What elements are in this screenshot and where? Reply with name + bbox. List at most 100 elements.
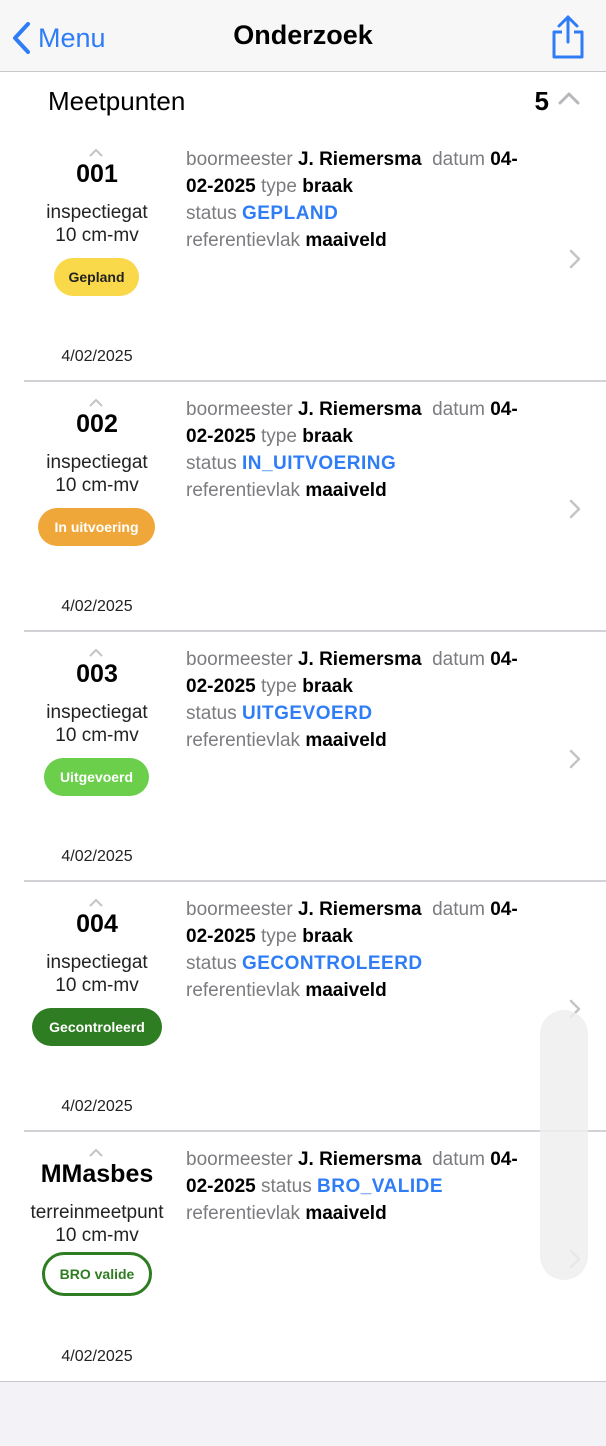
meetpunt-depth: 10 cm-mv xyxy=(55,1225,139,1246)
datum-value-part1: 04- xyxy=(490,649,518,670)
meetpunt-depth: 10 cm-mv xyxy=(55,725,139,746)
referentievlak-label: referentievlak xyxy=(186,230,301,251)
list-item[interactable]: 002 inspectiegat 10 cm-mv In uitvoering … xyxy=(24,382,606,632)
boormeester-label: boormeester xyxy=(186,1149,293,1170)
meetpunt-depth: 10 cm-mv xyxy=(55,975,139,996)
meetpunt-summary: 004 inspectiegat 10 cm-mv Gecontroleerd … xyxy=(24,882,170,1132)
caret-up-icon xyxy=(89,398,103,407)
referentievlak-value: maaiveld xyxy=(305,230,387,251)
status-badge: Uitgevoerd xyxy=(44,758,149,796)
type-label: type xyxy=(261,926,297,947)
datum-value-part2: 02-2025 xyxy=(186,176,256,197)
meetpunt-code: MMasbes xyxy=(40,1160,154,1188)
list-item[interactable]: MMasbes terreinmeetpunt 10 cm-mv BRO val… xyxy=(24,1132,606,1382)
referentievlak-value: maaiveld xyxy=(305,980,387,1001)
boormeester-value: J. Riemersma xyxy=(297,899,422,920)
list-item[interactable]: 001 inspectiegat 10 cm-mv Gepland 4/02/2… xyxy=(24,132,606,382)
boormeester-label: boormeester xyxy=(186,149,293,170)
chevron-right-icon[interactable] xyxy=(568,498,582,520)
meetpunt-date: 4/02/2025 xyxy=(61,598,133,615)
meetpunt-date: 4/02/2025 xyxy=(61,1348,133,1365)
status-value: UITGEVOERD xyxy=(241,703,373,724)
type-value: braak xyxy=(302,426,353,447)
meetpunt-kind: inspectiegat xyxy=(46,202,148,223)
share-icon[interactable] xyxy=(548,14,588,60)
list-item[interactable]: 004 inspectiegat 10 cm-mv Gecontroleerd … xyxy=(24,882,606,1132)
type-value: braak xyxy=(302,926,353,947)
meetpunt-kind: terreinmeetpunt xyxy=(30,1202,164,1223)
meetpunt-code: 003 xyxy=(76,660,118,688)
meetpunt-code: 002 xyxy=(76,410,118,438)
status-label: status xyxy=(261,1176,312,1197)
list-item[interactable]: 003 inspectiegat 10 cm-mv Uitgevoerd 4/0… xyxy=(24,632,606,882)
meetpunt-summary: 001 inspectiegat 10 cm-mv Gepland 4/02/2… xyxy=(24,132,170,382)
status-badge: In uitvoering xyxy=(38,508,155,546)
datum-value-part2: 02-2025 xyxy=(186,926,256,947)
meetpunt-kind: inspectiegat xyxy=(46,702,148,723)
referentievlak-label: referentievlak xyxy=(186,1203,301,1224)
referentievlak-label: referentievlak xyxy=(186,980,301,1001)
meetpunt-details: boormeester J. Riemersma datum 04- 02-20… xyxy=(186,396,546,504)
caret-up-icon xyxy=(89,648,103,657)
datum-label: datum xyxy=(432,1149,485,1170)
datum-label: datum xyxy=(432,399,485,420)
page-title: Onderzoek xyxy=(233,20,373,50)
datum-value-part2: 02-2025 xyxy=(186,1176,256,1197)
meetpunt-date: 4/02/2025 xyxy=(61,848,133,865)
meetpunt-summary: 002 inspectiegat 10 cm-mv In uitvoering … xyxy=(24,382,170,632)
chevron-right-icon[interactable] xyxy=(568,748,582,770)
status-value: GEPLAND xyxy=(241,203,339,224)
type-value: braak xyxy=(302,176,353,197)
section-title: Meetpunten xyxy=(48,86,186,116)
boormeester-value: J. Riemersma xyxy=(297,149,422,170)
referentievlak-value: maaiveld xyxy=(305,480,387,501)
meetpunt-details: boormeester J. Riemersma datum 04- 02-20… xyxy=(186,146,546,254)
datum-label: datum xyxy=(432,149,485,170)
meetpunt-code: 001 xyxy=(76,160,118,188)
meetpunt-code: 004 xyxy=(76,910,118,938)
status-value: GECONTROLEERD xyxy=(241,953,423,974)
meetpunt-depth: 10 cm-mv xyxy=(55,225,139,246)
boormeester-value: J. Riemersma xyxy=(297,399,422,420)
section-header[interactable]: Meetpunten 5 xyxy=(0,72,606,132)
datum-label: datum xyxy=(432,899,485,920)
meetpunt-details: boormeester J. Riemersma datum 04- 02-20… xyxy=(186,1146,546,1227)
referentievlak-value: maaiveld xyxy=(305,730,387,751)
status-value: BRO_VALIDE xyxy=(317,1176,444,1197)
datum-value-part1: 04- xyxy=(490,399,518,420)
status-label: status xyxy=(186,703,237,724)
scroll-indicator[interactable] xyxy=(540,1010,588,1280)
meetpunt-kind: inspectiegat xyxy=(46,952,148,973)
type-value: braak xyxy=(302,676,353,697)
type-label: type xyxy=(261,426,297,447)
boormeester-value: J. Riemersma xyxy=(297,1149,422,1170)
meetpunt-summary: MMasbes terreinmeetpunt 10 cm-mv BRO val… xyxy=(24,1132,170,1382)
caret-up-icon xyxy=(89,898,103,907)
caret-up-icon xyxy=(89,1148,103,1157)
navigation-bar: Menu Onderzoek xyxy=(0,0,606,72)
boormeester-label: boormeester xyxy=(186,399,293,420)
meetpunt-summary: 003 inspectiegat 10 cm-mv Uitgevoerd 4/0… xyxy=(24,632,170,882)
boormeester-label: boormeester xyxy=(186,649,293,670)
meetpunt-details: boormeester J. Riemersma datum 04- 02-20… xyxy=(186,646,546,754)
referentievlak-label: referentievlak xyxy=(186,730,301,751)
meetpunt-kind: inspectiegat xyxy=(46,452,148,473)
caret-up-icon xyxy=(89,148,103,157)
chevron-right-icon[interactable] xyxy=(568,248,582,270)
meetpunt-depth: 10 cm-mv xyxy=(55,475,139,496)
status-label: status xyxy=(186,203,237,224)
datum-value-part2: 02-2025 xyxy=(186,676,256,697)
boormeester-value: J. Riemersma xyxy=(297,649,422,670)
chevron-up-icon[interactable] xyxy=(558,90,580,106)
status-value: IN_UITVOERING xyxy=(241,453,397,474)
datum-value-part1: 04- xyxy=(490,899,518,920)
referentievlak-label: referentievlak xyxy=(186,480,301,501)
datum-value-part2: 02-2025 xyxy=(186,426,256,447)
type-label: type xyxy=(261,676,297,697)
meetpunt-date: 4/02/2025 xyxy=(61,1098,133,1115)
status-badge: Gepland xyxy=(54,258,139,296)
referentievlak-value: maaiveld xyxy=(305,1203,387,1224)
status-label: status xyxy=(186,453,237,474)
status-badge: BRO valide xyxy=(42,1252,152,1296)
meetpunten-list: Meetpunten 5 001 inspectiegat 10 cm-mv G… xyxy=(0,72,606,1382)
